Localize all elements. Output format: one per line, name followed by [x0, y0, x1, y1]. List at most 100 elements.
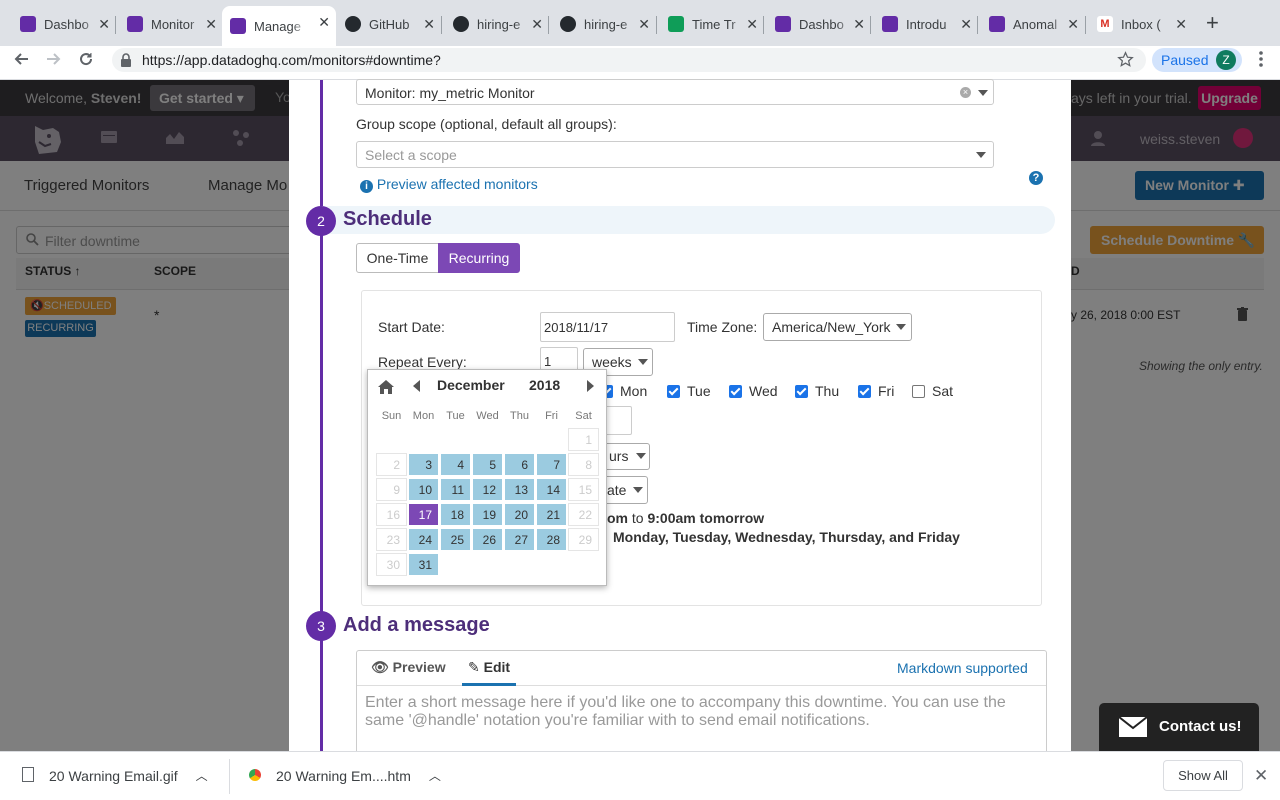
- weekday-label: Wed: [749, 383, 778, 399]
- browser-tab[interactable]: hiring-e ✕: [552, 8, 656, 40]
- calendar-day[interactable]: 31: [408, 553, 439, 576]
- bookmark-star-icon[interactable]: [1117, 51, 1134, 68]
- calendar-day[interactable]: 19: [472, 503, 503, 526]
- calendar-day[interactable]: 5: [472, 453, 503, 476]
- browser-tab[interactable]: Anomal ✕: [981, 8, 1085, 40]
- tab-separator: [870, 16, 871, 34]
- recurring-tab[interactable]: Recurring: [438, 243, 520, 273]
- one-time-tab[interactable]: One-Time: [356, 243, 439, 273]
- calendar-day[interactable]: 11: [440, 478, 471, 501]
- chevron-down-icon[interactable]: [638, 359, 648, 365]
- reload-icon[interactable]: [78, 51, 94, 67]
- chevron-down-icon[interactable]: [636, 453, 646, 459]
- calendar-day[interactable]: 18: [440, 503, 471, 526]
- weekday-header: Sun: [381, 410, 402, 422]
- close-tab-icon[interactable]: ✕: [1175, 16, 1187, 33]
- chevron-down-icon[interactable]: [976, 152, 986, 158]
- browser-tab[interactable]: Dashbo ✕: [767, 8, 871, 40]
- scope-select[interactable]: Select a scope: [356, 141, 994, 168]
- download-item[interactable]: 20 Warning Email.gif ︿: [22, 751, 227, 800]
- calendar-day[interactable]: 7: [536, 453, 567, 476]
- browser-tab[interactable]: Monitor ✕: [119, 8, 223, 40]
- browser-tab[interactable]: hiring-e ✕: [445, 8, 549, 40]
- calendar-day[interactable]: 25: [440, 528, 471, 551]
- close-tab-icon[interactable]: ✕: [205, 16, 217, 33]
- chevron-down-icon[interactable]: [978, 90, 988, 96]
- monitor-select[interactable]: Monitor: my_metric Monitor: [356, 79, 994, 105]
- chevron-down-icon[interactable]: [896, 324, 906, 330]
- close-tab-icon[interactable]: ✕: [98, 16, 110, 33]
- browser-tab[interactable]: M Inbox (✕: [1089, 8, 1193, 40]
- close-tab-icon[interactable]: ✕: [531, 16, 543, 33]
- new-tab-button[interactable]: +: [1206, 12, 1226, 34]
- weekday-checkbox-tue[interactable]: [667, 385, 680, 398]
- markdown-link[interactable]: Markdown supported: [897, 660, 1028, 676]
- close-tab-icon[interactable]: ✕: [853, 16, 865, 33]
- calendar-day[interactable]: 14: [536, 478, 567, 501]
- browser-tab[interactable]: Time Tr ✕: [660, 8, 764, 40]
- prev-month-icon[interactable]: [413, 380, 420, 392]
- home-icon[interactable]: [378, 380, 394, 394]
- calendar-day[interactable]: 28: [536, 528, 567, 551]
- calendar-day[interactable]: 6: [504, 453, 535, 476]
- tab-separator: [1085, 16, 1086, 34]
- browser-tab[interactable]: Introdu ✕: [874, 8, 978, 40]
- calendar-day[interactable]: 13: [504, 478, 535, 501]
- calendar-day[interactable]: 26: [472, 528, 503, 551]
- weekday-header: Wed: [476, 410, 499, 422]
- weekday-checkbox-fri[interactable]: [858, 385, 871, 398]
- help-icon[interactable]: ?: [1029, 171, 1043, 185]
- close-tab-icon[interactable]: ✕: [318, 14, 330, 31]
- chevron-down-icon[interactable]: [633, 487, 643, 493]
- calendar-day[interactable]: 10: [408, 478, 439, 501]
- calendar-day[interactable]: 12: [472, 478, 503, 501]
- weekday-header: Tue: [446, 410, 465, 422]
- preview-affected-link[interactable]: i Preview affected monitors: [360, 176, 538, 193]
- message-textarea[interactable]: Enter a short message here if you'd like…: [357, 686, 1046, 751]
- calendar-month[interactable]: December: [437, 377, 505, 393]
- calendar-day[interactable]: 21: [536, 503, 567, 526]
- browser-tab[interactable]: GitHub ✕: [337, 8, 441, 40]
- timezone-select[interactable]: America/New_York: [763, 313, 912, 341]
- clear-selection-icon[interactable]: ×: [960, 87, 971, 98]
- next-month-icon[interactable]: [587, 380, 594, 392]
- calendar-day-selected[interactable]: 17: [408, 503, 439, 526]
- weekday-header: Mon: [412, 410, 435, 422]
- message-placeholder: Enter a short message here if you'd like…: [365, 694, 1006, 729]
- show-all-button[interactable]: Show All: [1163, 760, 1243, 791]
- calendar-day[interactable]: 27: [504, 528, 535, 551]
- calendar-day[interactable]: 24: [408, 528, 439, 551]
- chrome-menu-icon[interactable]: [1259, 51, 1263, 67]
- end-select-value: ate: [607, 482, 627, 498]
- close-tab-icon[interactable]: ✕: [1067, 16, 1079, 33]
- repeat-unit-value: weeks: [592, 354, 632, 370]
- start-date-input[interactable]: 2018/11/17: [540, 312, 675, 342]
- chevron-up-icon[interactable]: ︿: [196, 767, 208, 784]
- info-icon: i: [360, 180, 373, 193]
- back-icon[interactable]: [13, 51, 29, 67]
- calendar-day[interactable]: 3: [408, 453, 439, 476]
- edit-tab[interactable]: ✎ Edit: [462, 659, 517, 686]
- download-item[interactable]: 20 Warning Em....htm ︿: [249, 751, 454, 800]
- calendar-year[interactable]: 2018: [529, 377, 560, 393]
- contact-us-button[interactable]: Contact us!: [1099, 703, 1259, 751]
- close-tab-icon[interactable]: ✕: [746, 16, 758, 33]
- weekday-checkbox-sat[interactable]: [912, 385, 925, 398]
- profile-avatar[interactable]: Z: [1216, 50, 1236, 70]
- scope-placeholder: Select a scope: [365, 147, 457, 163]
- browser-tab[interactable]: Dashbo ✕: [12, 8, 116, 40]
- browser-tab[interactable]: Manage ✕: [222, 6, 336, 46]
- weekday-checkbox-thu[interactable]: [795, 385, 808, 398]
- calendar-day[interactable]: 20: [504, 503, 535, 526]
- calendar-day: 9: [376, 478, 407, 501]
- close-tab-icon[interactable]: ✕: [960, 16, 972, 33]
- close-tab-icon[interactable]: ✕: [423, 16, 435, 33]
- chevron-up-icon[interactable]: ︿: [429, 767, 441, 784]
- close-tab-icon[interactable]: ✕: [638, 16, 650, 33]
- weekday-header: Fri: [545, 410, 558, 422]
- close-downloads-icon[interactable]: ✕: [1254, 766, 1268, 786]
- preview-tab[interactable]: 👁 Preview: [371, 659, 446, 676]
- weekday-checkbox-wed[interactable]: [729, 385, 742, 398]
- calendar-day[interactable]: 4: [440, 453, 471, 476]
- forward-icon[interactable]: [46, 51, 62, 67]
